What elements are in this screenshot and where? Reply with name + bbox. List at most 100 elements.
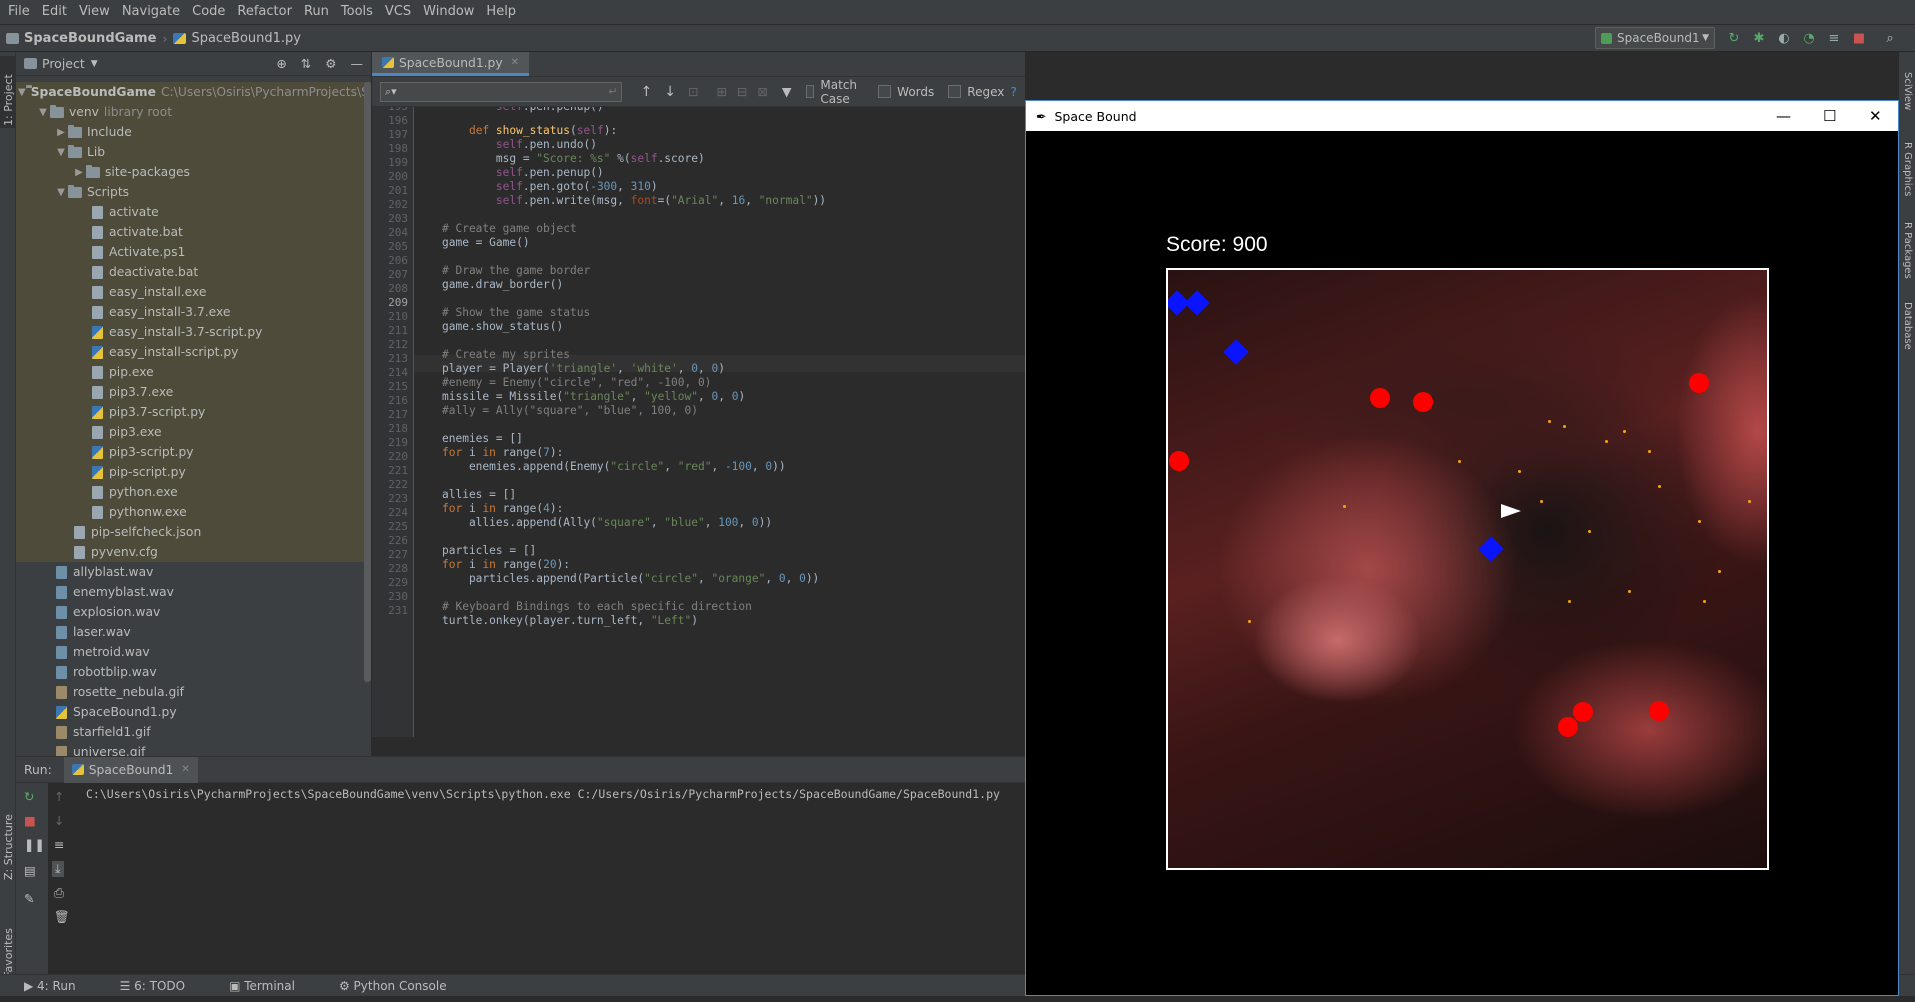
game-window-titlebar[interactable]: ✒ Space Bound — ☐ ✕ bbox=[1026, 101, 1898, 131]
tree-item-file[interactable]: explosion.wav bbox=[16, 602, 371, 622]
down-arrow-icon[interactable]: ↓ bbox=[54, 813, 64, 828]
tree-item-file[interactable]: pip-selfcheck.json bbox=[16, 522, 371, 542]
tree-item-file[interactable]: universe.gif bbox=[16, 742, 371, 756]
debug-icon[interactable]: ✱ bbox=[1750, 29, 1768, 47]
tree-item-file[interactable]: pythonw.exe bbox=[16, 502, 371, 522]
regex-checkbox[interactable]: Regex bbox=[948, 85, 1004, 99]
menu-help[interactable]: Help bbox=[480, 0, 522, 24]
coverage-icon[interactable]: ◐ bbox=[1775, 29, 1793, 47]
tree-item-venv[interactable]: ▼ venv library root bbox=[16, 102, 371, 122]
scroll-to-end-icon[interactable]: ⤓ bbox=[52, 861, 64, 877]
menu-vcs[interactable]: VCS bbox=[379, 0, 417, 24]
menu-edit[interactable]: Edit bbox=[36, 0, 73, 24]
expand-arrow-icon[interactable]: ▼ bbox=[36, 107, 50, 118]
pause-icon[interactable]: ❚❚ bbox=[24, 837, 45, 852]
tree-item-file[interactable]: easy_install.exe bbox=[16, 282, 371, 302]
project-tool-tab[interactable]: 1: Project bbox=[0, 56, 16, 128]
tree-item-file[interactable]: laser.wav bbox=[16, 622, 371, 642]
hide-panel-icon[interactable]: — bbox=[351, 56, 364, 71]
filter-icon[interactable]: ▼ bbox=[782, 84, 792, 99]
menu-navigate[interactable]: Navigate bbox=[116, 0, 186, 24]
print-icon[interactable]: ⎙ bbox=[54, 885, 64, 901]
words-checkbox[interactable]: Words bbox=[878, 85, 934, 99]
sciview-tool-label[interactable]: SciView bbox=[1902, 72, 1913, 110]
r-graphics-tool-label[interactable]: R Graphics bbox=[1902, 142, 1913, 196]
maximize-icon[interactable]: ☐ bbox=[1823, 107, 1836, 125]
tree-item-include[interactable]: ▶ Include bbox=[16, 122, 371, 142]
remove-selection-icon[interactable]: ⊟ bbox=[737, 84, 747, 99]
database-tool-label[interactable]: Database bbox=[1902, 302, 1913, 350]
rerun-icon[interactable]: ↻ bbox=[24, 789, 34, 804]
stop-icon[interactable]: ■ bbox=[1850, 29, 1868, 47]
tree-item-scripts[interactable]: ▼ Scripts bbox=[16, 182, 371, 202]
tree-item-file[interactable]: SpaceBound1.py bbox=[16, 702, 371, 722]
rerun-icon[interactable]: ↻ bbox=[1725, 29, 1743, 47]
tree-item-file[interactable]: activate.bat bbox=[16, 222, 371, 242]
tree-item-file[interactable]: activate bbox=[16, 202, 371, 222]
tree-item-file[interactable]: easy_install-3.7.exe bbox=[16, 302, 371, 322]
tree-item-file[interactable]: pip-script.py bbox=[16, 462, 371, 482]
todo-tool-button[interactable]: ☰ 6: TODO bbox=[120, 979, 208, 993]
tree-item-file[interactable]: pip3.7.exe bbox=[16, 382, 371, 402]
expand-arrow-icon[interactable]: ▼ bbox=[18, 87, 26, 98]
select-all-occurrences-icon[interactable]: ⊠ bbox=[757, 84, 767, 99]
breadcrumb-file[interactable]: SpaceBound1.py bbox=[167, 31, 307, 46]
menu-window[interactable]: Window bbox=[417, 0, 480, 24]
tree-item-file[interactable]: metroid.wav bbox=[16, 642, 371, 662]
expand-arrow-icon[interactable]: ▼ bbox=[54, 147, 68, 158]
up-arrow-icon[interactable]: ↑ bbox=[54, 789, 64, 804]
menu-code[interactable]: Code bbox=[186, 0, 231, 24]
tree-item-file[interactable]: python.exe bbox=[16, 482, 371, 502]
locate-icon[interactable]: ⊕ bbox=[276, 56, 286, 71]
gear-icon[interactable]: ⚙ bbox=[325, 56, 336, 71]
menu-run[interactable]: Run bbox=[298, 0, 335, 24]
tree-item-file[interactable]: pip3-script.py bbox=[16, 442, 371, 462]
profile-icon[interactable]: ◔ bbox=[1800, 29, 1818, 47]
tree-item-file[interactable]: pyvenv.cfg bbox=[16, 542, 371, 562]
structure-tool-tab[interactable]: Z: Structure bbox=[0, 792, 16, 882]
pin-icon[interactable]: ✎ bbox=[24, 891, 34, 906]
chevron-down-icon[interactable]: ▼ bbox=[91, 59, 98, 69]
editor-tab[interactable]: SpaceBound1.py ✕ bbox=[372, 52, 530, 76]
minimize-icon[interactable]: — bbox=[1776, 107, 1791, 125]
expand-arrow-icon[interactable]: ▶ bbox=[54, 127, 68, 138]
tree-item-site-packages[interactable]: ▶ site-packages bbox=[16, 162, 371, 182]
menu-tools[interactable]: Tools bbox=[335, 0, 379, 24]
tree-item-file[interactable]: rosette_nebula.gif bbox=[16, 682, 371, 702]
next-occurrence-icon[interactable]: ↓ bbox=[664, 84, 676, 100]
tree-item-file[interactable]: deactivate.bat bbox=[16, 262, 371, 282]
tree-item-file[interactable]: starfield1.gif bbox=[16, 722, 371, 742]
menu-file[interactable]: File bbox=[2, 0, 36, 24]
tree-item-file[interactable]: easy_install-3.7-script.py bbox=[16, 322, 371, 342]
expand-arrow-icon[interactable]: ▼ bbox=[54, 187, 68, 198]
layout-icon[interactable]: ▤ bbox=[24, 863, 36, 878]
python-console-tool-button[interactable]: ⚙ Python Console bbox=[339, 979, 469, 993]
tree-item-file[interactable]: robotblip.wav bbox=[16, 662, 371, 682]
concurrency-icon[interactable]: ≡ bbox=[1825, 29, 1843, 47]
project-view-select[interactable]: Project bbox=[42, 56, 85, 71]
expand-arrow-icon[interactable]: ▶ bbox=[72, 167, 86, 178]
regex-help-link[interactable]: ? bbox=[1010, 84, 1017, 99]
tree-item-file[interactable]: easy_install-script.py bbox=[16, 342, 371, 362]
vertical-scrollbar[interactable] bbox=[364, 82, 371, 682]
tree-item-file[interactable]: enemyblast.wav bbox=[16, 582, 371, 602]
code-area[interactable]: 1951961971981992002012022032042052062072… bbox=[372, 107, 1025, 737]
collapse-all-icon[interactable]: ⇅ bbox=[301, 56, 311, 71]
close-icon[interactable]: ✕ bbox=[181, 764, 189, 775]
soft-wrap-icon[interactable]: ≡ bbox=[54, 837, 64, 852]
terminal-tool-button[interactable]: ▣ Terminal bbox=[229, 979, 317, 993]
breadcrumb-project[interactable]: SpaceBoundGame bbox=[0, 31, 162, 46]
close-icon[interactable]: ✕ bbox=[511, 57, 519, 68]
game-canvas[interactable]: Score: 900 bbox=[1028, 133, 1896, 995]
run-tab[interactable]: SpaceBound1 ✕ bbox=[63, 756, 198, 783]
select-all-icon[interactable]: ⊡ bbox=[688, 84, 698, 99]
search-input[interactable]: ⌕▾ ↵ bbox=[380, 81, 623, 102]
search-everywhere-icon[interactable]: ⌕ bbox=[1881, 29, 1899, 47]
tree-item-file[interactable]: pip.exe bbox=[16, 362, 371, 382]
tree-item-file[interactable]: pip3.7-script.py bbox=[16, 402, 371, 422]
add-selection-icon[interactable]: ⊞ bbox=[716, 84, 726, 99]
tree-item-root[interactable]: ▼ SpaceBoundGame C:\Users\Osiris\PycharmPr… bbox=[16, 82, 371, 102]
run-configuration-select[interactable]: SpaceBound1 ▼ bbox=[1595, 27, 1715, 49]
run-tool-button[interactable]: ▶ 4: Run bbox=[24, 979, 98, 993]
previous-occurrence-icon[interactable]: ↑ bbox=[640, 84, 652, 100]
